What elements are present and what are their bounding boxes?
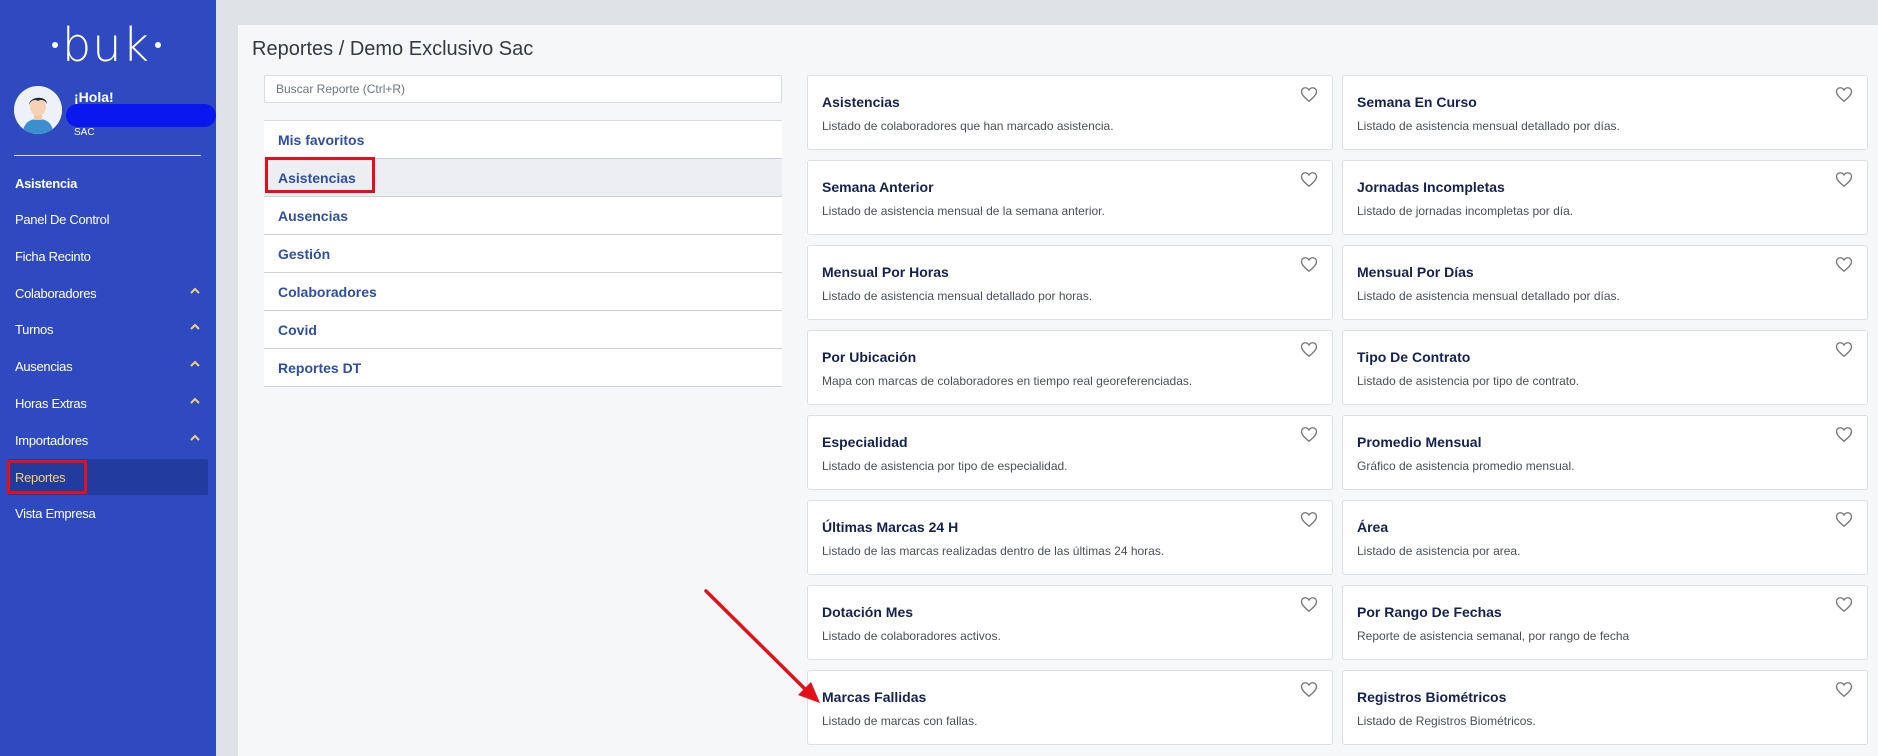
report-description: Listado de asistencia por area.	[1357, 544, 1521, 558]
report-title: Dotación Mes	[822, 604, 914, 620]
report-description: Listado de asistencia por tipo de contra…	[1357, 374, 1580, 388]
report-card[interactable]: Por Ubicación Mapa con marcas de colabor…	[807, 330, 1333, 405]
heart-outline-icon[interactable]	[1835, 171, 1853, 188]
sidebar-item-colaboradores[interactable]: Colaboradores	[0, 275, 216, 311]
sidebar: buk ¡Hola! SAC Asistencia Panel De Contr…	[0, 0, 216, 756]
report-title: Semana Anterior	[822, 179, 934, 195]
heart-outline-icon[interactable]	[1835, 426, 1853, 443]
report-title: Asistencias	[822, 94, 900, 110]
report-title: Últimas Marcas 24 H	[822, 519, 959, 535]
report-card[interactable]: Tipo De Contrato Listado de asistencia p…	[1342, 330, 1868, 405]
heart-outline-icon[interactable]	[1835, 256, 1853, 273]
heart-outline-icon[interactable]	[1300, 256, 1318, 273]
report-title: Marcas Fallidas	[822, 689, 927, 705]
report-title: Especialidad	[822, 434, 908, 450]
report-description: Listado de Registros Biométricos.	[1357, 714, 1536, 728]
sidebar-item-horas-extras[interactable]: Horas Extras	[0, 385, 216, 421]
report-description: Listado de asistencia mensual detallado …	[1357, 119, 1620, 133]
heart-outline-icon[interactable]	[1300, 171, 1318, 188]
category-colaboradores[interactable]: Colaboradores	[264, 273, 782, 311]
chevron-up-icon[interactable]	[188, 431, 202, 445]
heart-outline-icon[interactable]	[1835, 681, 1853, 698]
sidebar-item-asistencia[interactable]: Asistencia	[0, 165, 216, 201]
report-description: Gráfico de asistencia promedio mensual.	[1357, 459, 1575, 473]
report-card[interactable]: Últimas Marcas 24 H Listado de las marca…	[807, 500, 1333, 575]
report-description: Listado de asistencia mensual detallado …	[822, 289, 1093, 303]
category-reportes-dt[interactable]: Reportes DT	[264, 349, 782, 387]
category-asistencias[interactable]: Asistencias	[264, 159, 782, 197]
heart-outline-icon[interactable]	[1300, 596, 1318, 613]
sidebar-item-panel-de-control[interactable]: Panel De Control	[0, 201, 216, 237]
report-card[interactable]: Asistencias Listado de colaboradores que…	[807, 75, 1333, 150]
sidebar-item-ficha-recinto[interactable]: Ficha Recinto	[0, 238, 216, 274]
report-title: Por Ubicación	[822, 349, 917, 365]
category-gestion[interactable]: Gestión	[264, 235, 782, 273]
greeting: ¡Hola!	[74, 89, 114, 105]
heart-outline-icon[interactable]	[1300, 426, 1318, 443]
report-card[interactable]: Por Rango De Fechas Reporte de asistenci…	[1342, 585, 1868, 660]
sidebar-item-reportes[interactable]: Reportes	[0, 459, 216, 495]
sidebar-divider	[14, 155, 201, 156]
report-card[interactable]: Mensual Por Horas Listado de asistencia …	[807, 245, 1333, 320]
report-card[interactable]: Semana En Curso Listado de asistencia me…	[1342, 75, 1868, 150]
report-card[interactable]: Jornadas Incompletas Listado de jornadas…	[1342, 160, 1868, 235]
page-title: Reportes / Demo Exclusivo Sac	[252, 38, 534, 60]
report-card-marcas-fallidas[interactable]: Marcas Fallidas Listado de marcas con fa…	[807, 670, 1333, 745]
report-title: Promedio Mensual	[1357, 434, 1482, 450]
report-description: Listado de marcas con fallas.	[822, 714, 978, 728]
report-title: Registros Biométricos	[1357, 689, 1507, 705]
redacted-username	[66, 104, 216, 127]
heart-outline-icon[interactable]	[1300, 86, 1318, 103]
report-description: Listado de asistencia por tipo de especi…	[822, 459, 1068, 473]
report-card[interactable]: Dotación Mes Listado de colaboradores ac…	[807, 585, 1333, 660]
category-mis-favoritos[interactable]: Mis favoritos	[264, 121, 782, 159]
heart-outline-icon[interactable]	[1835, 511, 1853, 528]
buk-logo[interactable]: buk	[52, 18, 161, 72]
report-title: Jornadas Incompletas	[1357, 179, 1505, 195]
user-role: SAC	[74, 127, 95, 138]
report-description: Listado de las marcas realizadas dentro …	[822, 544, 1165, 558]
report-title: Mensual Por Horas	[822, 264, 949, 280]
report-title: Área	[1357, 519, 1389, 535]
chevron-up-icon[interactable]	[188, 320, 202, 334]
heart-outline-icon[interactable]	[1835, 341, 1853, 358]
sidebar-item-vista-empresa[interactable]: Vista Empresa	[0, 495, 216, 531]
report-title: Tipo De Contrato	[1357, 349, 1471, 365]
avatar[interactable]	[14, 86, 62, 134]
report-description: Listado de colaboradores activos.	[822, 629, 1001, 643]
heart-outline-icon[interactable]	[1835, 86, 1853, 103]
chevron-up-icon[interactable]	[188, 394, 202, 408]
report-description: Mapa con marcas de colaboradores en tiem…	[822, 374, 1193, 388]
report-card[interactable]: Semana Anterior Listado de asistencia me…	[807, 160, 1333, 235]
chevron-up-icon[interactable]	[188, 284, 202, 298]
report-title: Por Rango De Fechas	[1357, 604, 1502, 620]
report-card[interactable]: Promedio Mensual Gráfico de asistencia p…	[1342, 415, 1868, 490]
sidebar-item-importadores[interactable]: Importadores	[0, 422, 216, 458]
report-title: Semana En Curso	[1357, 94, 1477, 110]
report-card[interactable]: Mensual Por Días Listado de asistencia m…	[1342, 245, 1868, 320]
heart-outline-icon[interactable]	[1300, 511, 1318, 528]
sidebar-item-turnos[interactable]: Turnos	[0, 311, 216, 347]
heart-outline-icon[interactable]	[1300, 341, 1318, 358]
category-ausencias[interactable]: Ausencias	[264, 197, 782, 235]
category-covid[interactable]: Covid	[264, 311, 782, 349]
report-card[interactable]: Especialidad Listado de asistencia por t…	[807, 415, 1333, 490]
main-panel: Reportes / Demo Exclusivo Sac Mis favori…	[238, 25, 1878, 756]
report-description: Listado de asistencia mensual detallado …	[1357, 289, 1620, 303]
search-input[interactable]	[264, 75, 782, 103]
category-list: Mis favoritos Asistencias Ausencias Gest…	[264, 120, 782, 387]
report-description: Listado de jornadas incompletas por día.	[1357, 204, 1574, 218]
chevron-up-icon[interactable]	[188, 357, 202, 371]
heart-outline-icon[interactable]	[1835, 596, 1853, 613]
report-card[interactable]: Área Listado de asistencia por area.	[1342, 500, 1868, 575]
sidebar-item-ausencias[interactable]: Ausencias	[0, 348, 216, 384]
annotation-arrow	[704, 589, 820, 703]
report-description: Listado de colaboradores que han marcado…	[822, 119, 1114, 133]
report-description: Reporte de asistencia semanal, por rango…	[1357, 629, 1630, 643]
report-description: Listado de asistencia mensual de la sema…	[822, 204, 1105, 218]
report-title: Mensual Por Días	[1357, 264, 1474, 280]
heart-outline-icon[interactable]	[1300, 681, 1318, 698]
report-card[interactable]: Registros Biométricos Listado de Registr…	[1342, 670, 1868, 745]
